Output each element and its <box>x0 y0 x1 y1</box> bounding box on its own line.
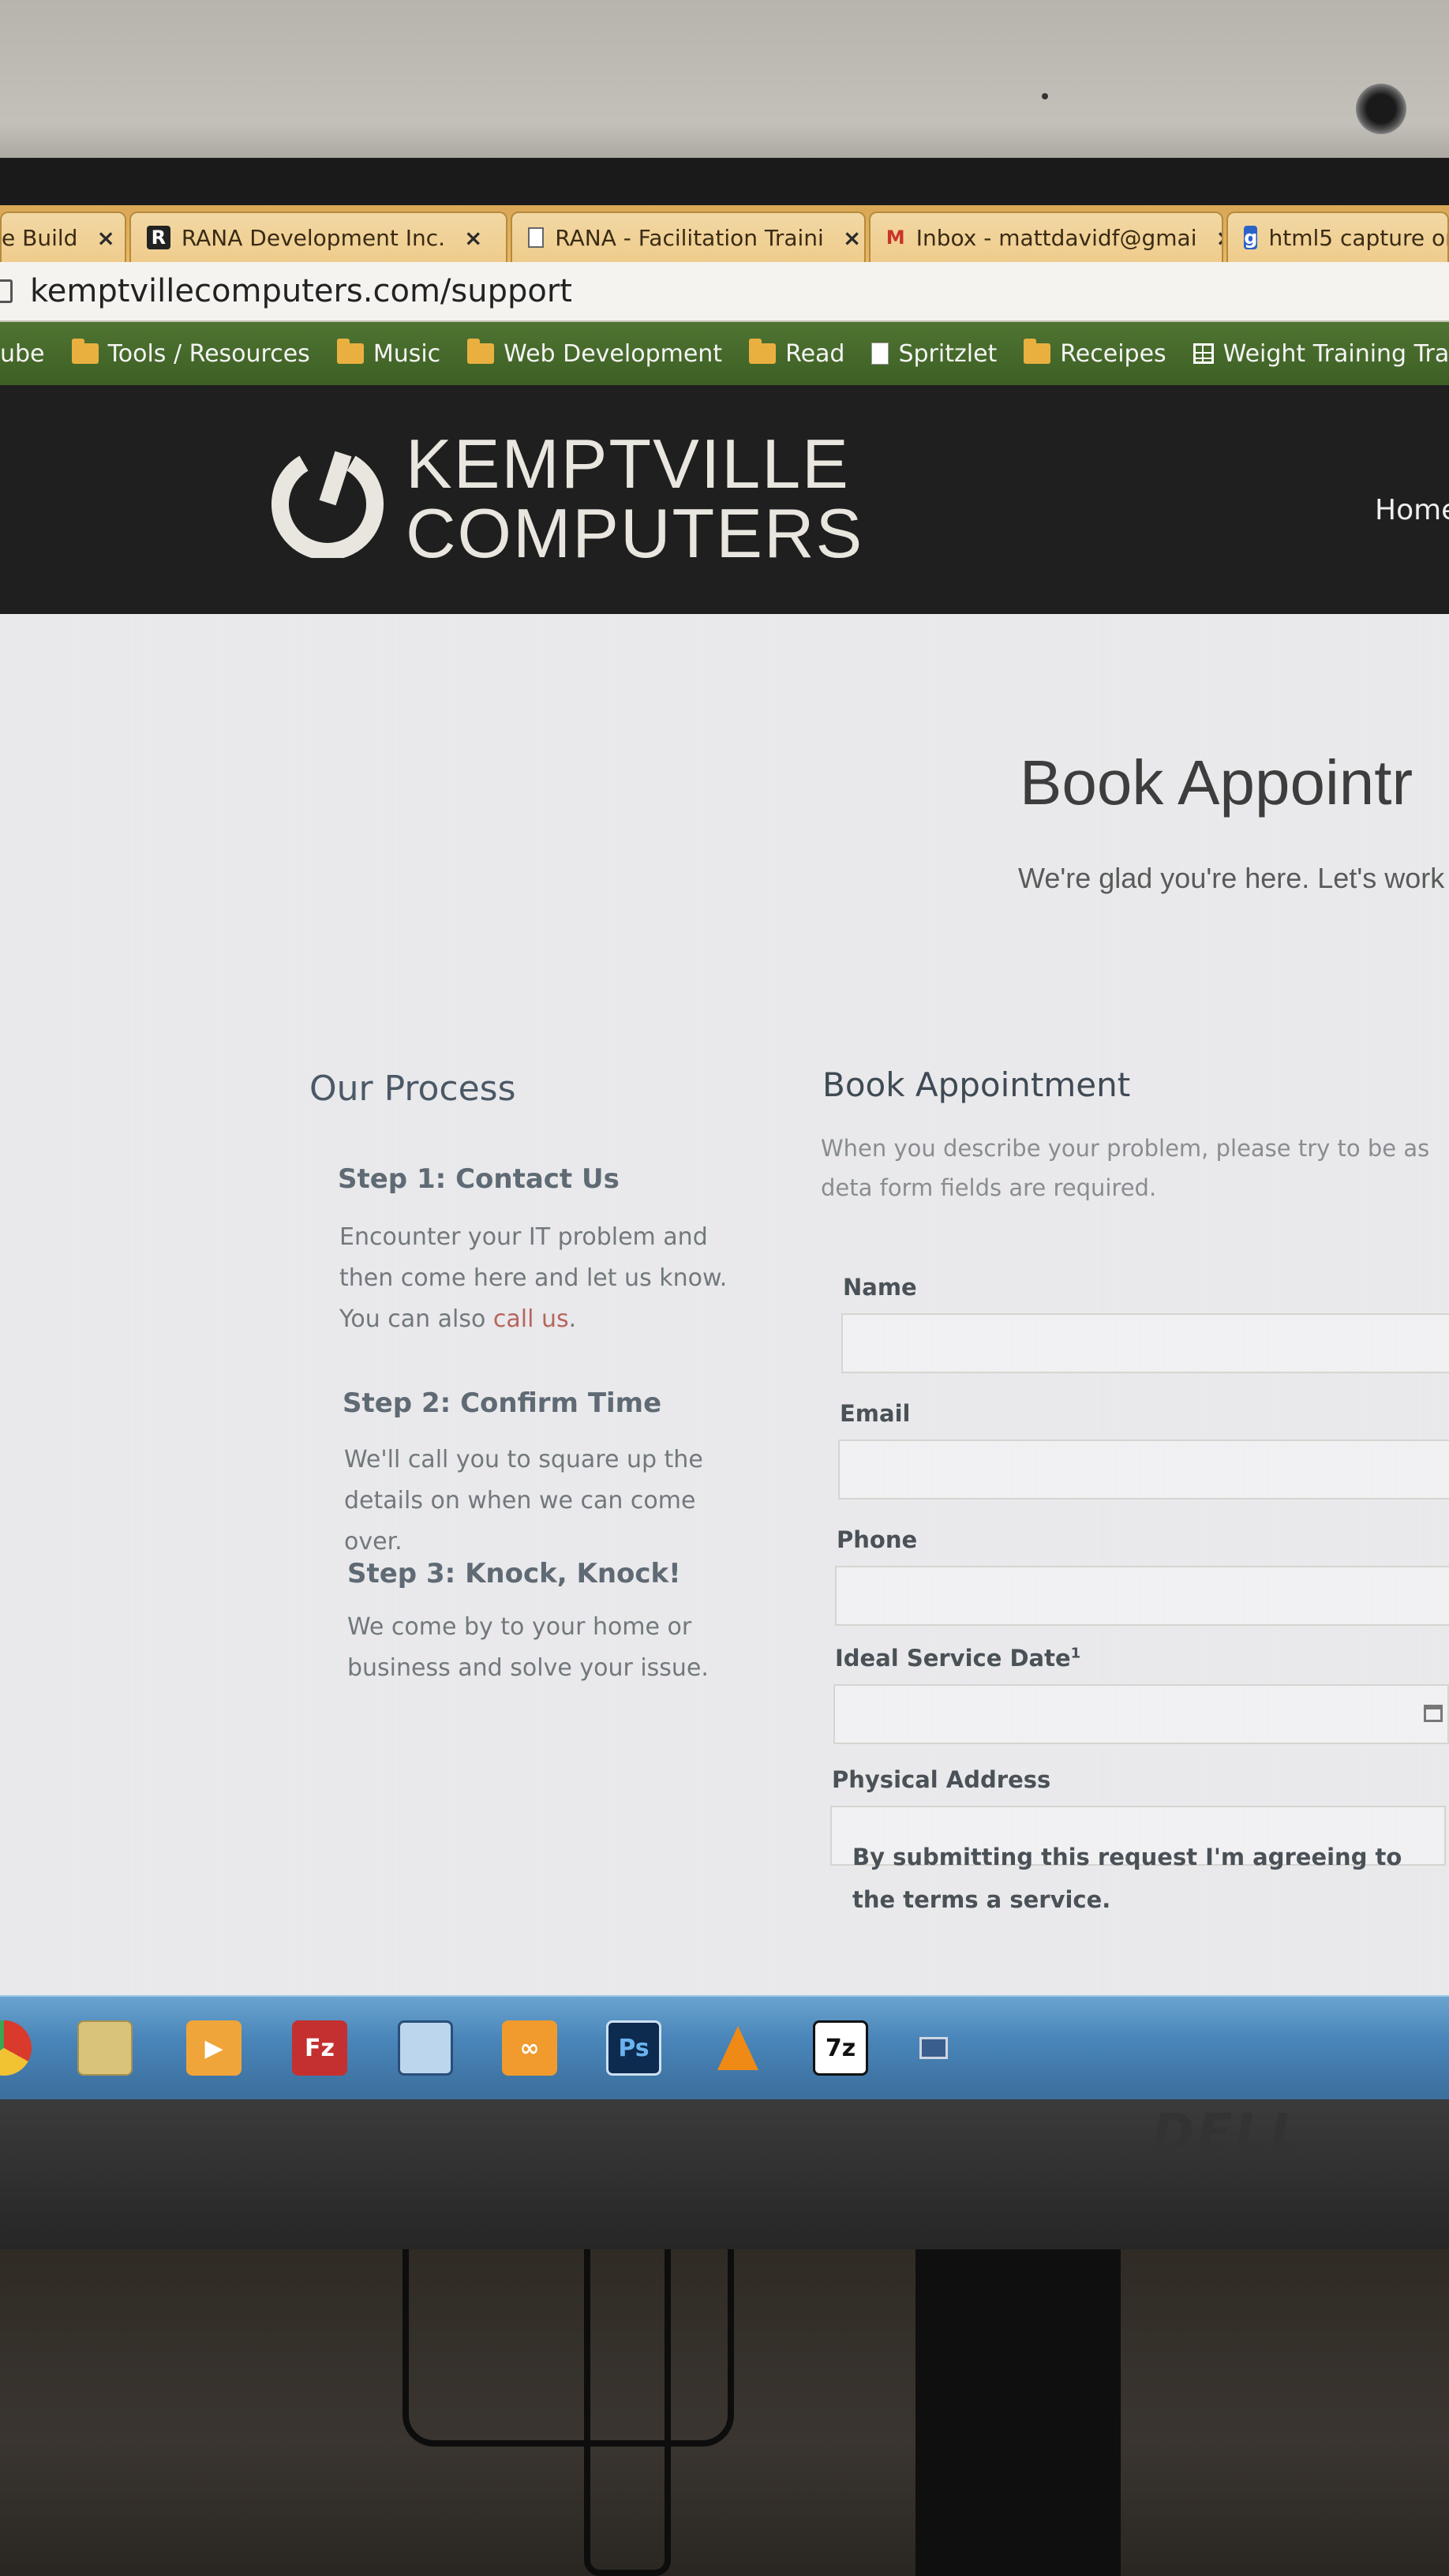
network-icon[interactable] <box>906 2020 961 2076</box>
bookmark-music[interactable]: Music <box>336 339 441 368</box>
terms-text: By submitting this request I'm agreeing … <box>852 1844 1402 1913</box>
bookmarks-bar: ube Tools / Resources Music Web Developm… <box>0 322 1449 385</box>
step-3-body: We come by to your home or business and … <box>347 1613 709 1682</box>
bookmark-receipes[interactable]: Receipes <box>1024 339 1166 368</box>
site-logo[interactable]: KEMPTVILLE COMPUTERS <box>268 429 863 568</box>
logo-line-2: COMPUTERS <box>406 494 864 572</box>
webcam-icon <box>1356 84 1406 134</box>
close-icon[interactable]: × <box>843 225 861 251</box>
tab-rana-facilitation[interactable]: RANA - Facilitation Traini × <box>511 212 866 262</box>
bookmark-label: Spritzlet <box>898 339 998 368</box>
calendar-icon[interactable] <box>1424 1705 1443 1722</box>
name-field[interactable] <box>841 1313 1449 1373</box>
photoshop-icon[interactable]: Ps <box>606 2020 661 2076</box>
filezilla-icon[interactable]: Fz <box>292 2020 347 2076</box>
phone-label: Phone <box>837 1526 918 1553</box>
bookmark-label: Receipes <box>1060 339 1166 368</box>
call-us-link[interactable]: call us <box>493 1305 569 1333</box>
service-date-label-text: Ideal Service Date <box>835 1645 1071 1672</box>
folder-icon <box>336 339 364 364</box>
close-icon[interactable]: × <box>96 225 114 251</box>
bookmark-label: Web Development <box>504 339 723 368</box>
bookmark-label: Weight Training Tra... <box>1222 339 1449 368</box>
tab-label: RANA - Facilitation Traini <box>555 224 824 251</box>
nav-home-link[interactable]: Home <box>1375 494 1449 526</box>
tab-gmail-inbox[interactable]: M Inbox - mattdavidf@gmai × <box>868 212 1224 262</box>
7zip-icon[interactable]: 7z <box>813 2020 868 2076</box>
folder-icon <box>71 339 99 364</box>
form-heading: Book Appointment <box>822 1065 1131 1104</box>
folder-icon <box>467 339 495 364</box>
doc-icon <box>871 343 889 365</box>
chrome-icon[interactable] <box>0 2020 32 2076</box>
form-note: When you describe your problem, please t… <box>821 1135 1430 1201</box>
name-label: Name <box>843 1274 917 1301</box>
xampp-icon[interactable]: ∞ <box>502 2020 557 2076</box>
footnote-marker: 1 <box>1070 1645 1081 1662</box>
tab-label: RANA Development Inc. <box>181 224 445 251</box>
main-content: Book Appointr We're glad you're here. Le… <box>0 614 1449 2099</box>
bezel-sensor-dot <box>1042 93 1048 99</box>
bookmark-youtube[interactable]: ube <box>0 340 45 368</box>
close-icon[interactable]: × <box>464 225 482 251</box>
service-date-field[interactable] <box>833 1684 1449 1744</box>
spreadsheet-icon <box>1193 343 1214 364</box>
bookmark-label: ube <box>0 339 45 368</box>
tab-label: Inbox - mattdavidf@gmai <box>915 224 1197 251</box>
windows-taskbar: ▶ Fz ∞ Ps 7z <box>0 1995 1449 2099</box>
tab-rana-development[interactable]: R RANA Development Inc. × <box>129 212 508 262</box>
tab-label: e Build <box>2 224 78 251</box>
folder-icon <box>749 339 777 364</box>
virtualbox-icon[interactable] <box>398 2020 453 2076</box>
bookmark-label: Read <box>785 339 845 368</box>
power-icon <box>268 440 387 560</box>
step-3-title: Step 3: Knock, Knock! <box>347 1558 681 1589</box>
address-bar[interactable]: kemptvillecomputers.com/support <box>0 262 1449 322</box>
cable <box>584 2202 671 2576</box>
email-label: Email <box>840 1400 911 1427</box>
logo-line-1: KEMPTVILLE <box>406 425 850 503</box>
gmail-icon: M <box>886 227 905 249</box>
page-title: Book Appointr <box>1020 747 1413 818</box>
url-text[interactable]: kemptvillecomputers.com/support <box>30 273 572 309</box>
bookmark-web-development[interactable]: Web Development <box>467 339 723 368</box>
bookmark-label: Music <box>373 339 441 368</box>
vlc-icon[interactable] <box>710 2020 766 2076</box>
tab-label: html5 capture on <box>1268 224 1449 251</box>
browser-tab-strip: e Build × R RANA Development Inc. × RANA… <box>0 205 1449 262</box>
tab-google-search[interactable]: g html5 capture on <box>1226 212 1449 262</box>
google-icon: g <box>1244 226 1258 249</box>
tab-build[interactable]: e Build × <box>0 212 126 262</box>
rana-logo-icon: R <box>146 226 170 249</box>
screen: e Build × R RANA Development Inc. × RANA… <box>0 205 1449 2099</box>
folder-icon <box>1024 339 1051 364</box>
step-1-text-end: . <box>568 1305 577 1333</box>
step-1-title: Step 1: Contact Us <box>338 1163 620 1195</box>
service-date-label: Ideal Service Date1 <box>835 1645 1080 1672</box>
address-label: Physical Address <box>832 1766 1051 1793</box>
close-icon[interactable]: × <box>1216 225 1222 251</box>
page-icon <box>0 279 13 303</box>
phone-field[interactable] <box>835 1566 1449 1626</box>
bookmark-tools-resources[interactable]: Tools / Resources <box>71 339 310 368</box>
file-explorer-icon[interactable] <box>77 2020 133 2076</box>
site-header: KEMPTVILLE COMPUTERS Home <box>0 385 1449 614</box>
logo-wordmark: KEMPTVILLE COMPUTERS <box>406 429 863 568</box>
bookmark-weight-training[interactable]: Weight Training Tra... <box>1193 340 1449 368</box>
step-2-body: We'll call you to square up the details … <box>344 1446 703 1556</box>
email-field[interactable] <box>838 1440 1449 1500</box>
page-icon <box>528 226 545 249</box>
process-heading: Our Process <box>309 1069 516 1109</box>
step-2-title: Step 2: Confirm Time <box>343 1387 662 1419</box>
step-1-body: Encounter your IT problem and then come … <box>339 1217 734 1340</box>
bookmark-read[interactable]: Read <box>749 339 845 368</box>
media-player-icon[interactable]: ▶ <box>186 2020 242 2076</box>
dell-logo: DELL <box>1152 2104 1306 2162</box>
bookmark-spritzlet[interactable]: Spritzlet <box>871 340 997 368</box>
bookmark-label: Tools / Resources <box>107 339 310 368</box>
page-lead: We're glad you're here. Let's work <box>1018 862 1445 894</box>
